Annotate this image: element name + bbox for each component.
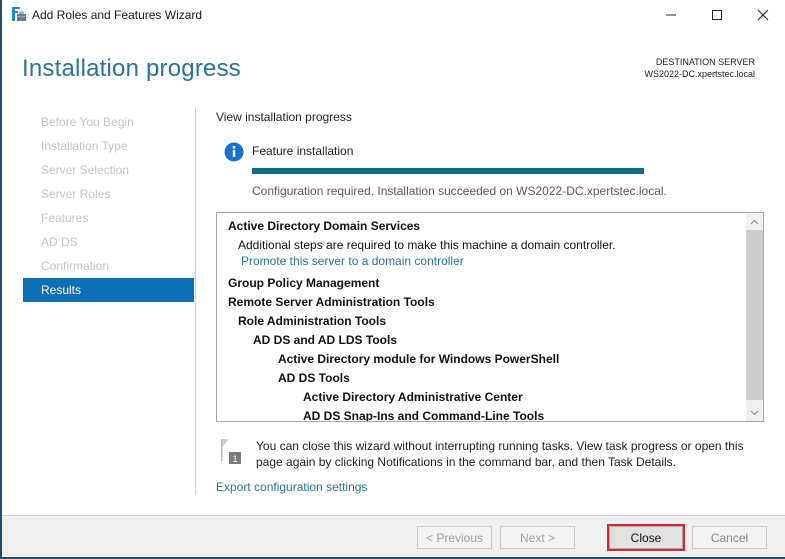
minimize-button[interactable] <box>648 0 694 30</box>
wizard-footer: < Previous Next > Close Cancel <box>2 515 785 557</box>
result-item: Role Administration Tools <box>238 314 387 328</box>
installation-progress-bar <box>252 168 644 174</box>
feature-installation-label: Feature installation <box>252 144 354 158</box>
nav-item-before-you-begin[interactable]: Before You Begin <box>23 110 194 134</box>
destination-server-label: DESTINATION SERVER <box>655 57 755 67</box>
scroll-up-button[interactable] <box>746 213 763 230</box>
page-title: Installation progress <box>22 55 241 82</box>
nav-item-installation-type[interactable]: Installation Type <box>23 134 194 158</box>
result-item: Group Policy Management <box>228 276 380 290</box>
nav-item-confirmation[interactable]: Confirmation <box>23 254 194 278</box>
vertical-scrollbar[interactable] <box>746 213 763 421</box>
result-item: Remote Server Administration Tools <box>228 295 435 309</box>
result-item: AD DS and AD LDS Tools <box>253 333 397 347</box>
installation-status-text: Configuration required. Installation suc… <box>252 184 667 198</box>
result-item: Active Directory module for Windows Powe… <box>278 352 560 366</box>
previous-button[interactable]: < Previous <box>417 526 492 549</box>
wizard-steps-nav: Before You Begin Installation Type Serve… <box>23 110 194 302</box>
close-icon <box>757 9 769 21</box>
window-title: Add Roles and Features Wizard <box>32 8 203 22</box>
info-icon <box>224 142 244 162</box>
nav-item-ad-ds[interactable]: AD DS <box>23 230 194 254</box>
close-window-button[interactable] <box>740 0 785 30</box>
result-item: Active Directory Administrative Center <box>303 390 523 404</box>
nav-item-server-roles[interactable]: Server Roles <box>23 182 194 206</box>
maximize-icon <box>712 10 722 20</box>
nav-divider <box>195 108 196 495</box>
title-bar[interactable]: Add Roles and Features Wizard <box>2 0 785 30</box>
scroll-down-button[interactable] <box>746 404 763 421</box>
result-item: AD DS Snap-Ins and Command-Line Tools <box>303 409 545 422</box>
cancel-button[interactable]: Cancel <box>692 526 767 549</box>
export-configuration-link[interactable]: Export configuration settings <box>216 480 367 494</box>
result-item: AD DS Tools <box>278 371 350 385</box>
nav-item-features[interactable]: Features <box>23 206 194 230</box>
close-button[interactable]: Close <box>607 524 685 551</box>
notification-badge-count: 1 <box>232 454 237 464</box>
nav-item-server-selection[interactable]: Server Selection <box>23 158 194 182</box>
next-button[interactable]: Next > <box>500 526 575 549</box>
notification-flag-icon: 1 <box>220 438 242 466</box>
destination-server-name: WS2022-DC.xpertstec.local <box>644 69 755 79</box>
result-item: Additional steps are required to make th… <box>238 238 616 252</box>
section-title: View installation progress <box>216 110 352 124</box>
promote-domain-controller-link[interactable]: Promote this server to a domain controll… <box>217 252 746 270</box>
close-button-label: Close <box>609 526 683 549</box>
server-manager-icon <box>11 6 27 22</box>
chevron-down-icon <box>750 410 759 415</box>
results-list: Active Directory Domain Services Addition… <box>217 213 746 422</box>
chevron-up-icon <box>750 219 759 224</box>
nav-item-results[interactable]: Results <box>23 278 194 302</box>
close-wizard-note: You can close this wizard without interr… <box>256 439 744 469</box>
wizard-window: Add Roles and Features Wizard Installati… <box>0 0 785 559</box>
result-item: Active Directory Domain Services <box>228 219 421 233</box>
minimize-icon <box>666 14 676 16</box>
scroll-thumb[interactable] <box>746 230 763 400</box>
progress-fill <box>252 168 644 174</box>
results-list-box[interactable]: Active Directory Domain Services Addition… <box>216 212 764 422</box>
maximize-button[interactable] <box>694 0 740 30</box>
